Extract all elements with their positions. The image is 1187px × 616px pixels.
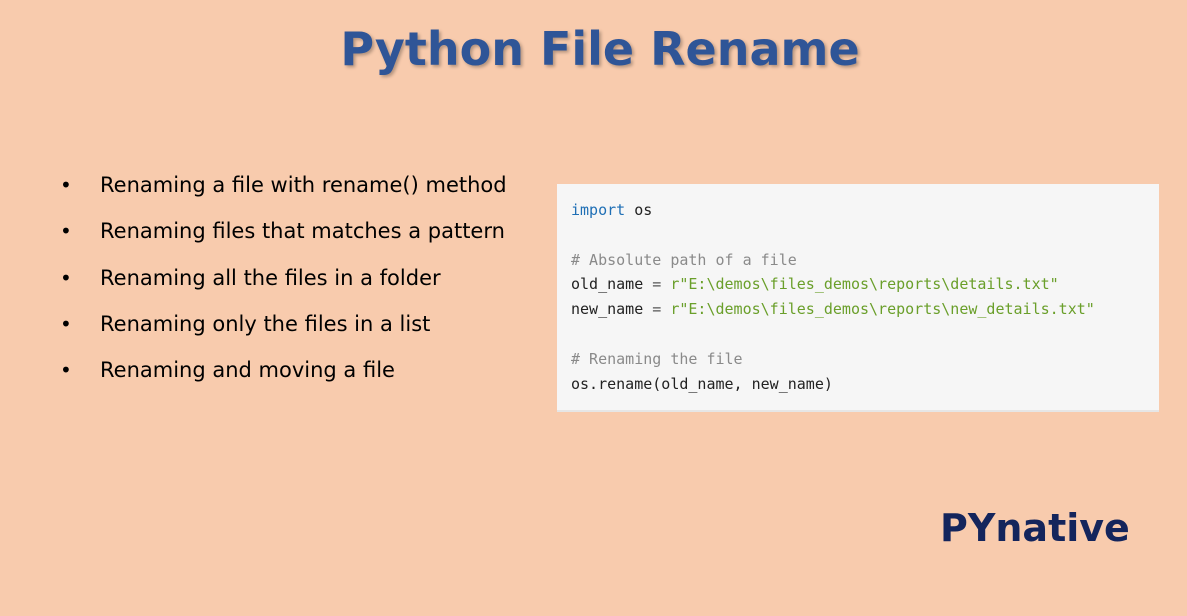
- bullet-dot: •: [60, 219, 72, 244]
- code-line-new-name: new_name = r"E:\demos\files_demos\report…: [571, 297, 1159, 322]
- page-title: Python File Rename: [340, 22, 860, 76]
- code-operator: =: [643, 300, 671, 319]
- code-comment: # Absolute path of a file: [571, 250, 797, 269]
- bullet-dot: •: [60, 173, 72, 197]
- code-line-comment: # Renaming the file: [571, 347, 1159, 372]
- code-call: os.rename(old_name, new_name): [571, 374, 833, 393]
- code-operator: =: [643, 275, 671, 294]
- code-line-import: import os: [571, 198, 1159, 223]
- bullet-text: Renaming a file with rename() method: [100, 173, 507, 197]
- bullet-dot: •: [60, 358, 72, 383]
- code-block[interactable]: import os # Absolute path of a file old_…: [557, 184, 1159, 412]
- code-string: r"E:\demos\files_demos\reports\new_detai…: [670, 300, 1095, 319]
- bullet-text: Renaming and moving a file: [100, 358, 395, 383]
- code-string: r"E:\demos\files_demos\reports\details.t…: [670, 275, 1059, 294]
- code-variable: new_name: [571, 300, 644, 319]
- code-keyword: import: [571, 201, 626, 219]
- code-line-call: os.rename(old_name, new_name): [571, 372, 1159, 397]
- code-line-comment: # Absolute path of a file: [571, 248, 1159, 273]
- bullet-text: Renaming all the files in a folder: [100, 265, 441, 290]
- code-module: os: [625, 201, 653, 219]
- brand-logo: PYnative: [940, 506, 1130, 550]
- code-variable: old_name: [571, 275, 644, 294]
- code-comment: # Renaming the file: [571, 349, 743, 368]
- bullet-dot: •: [60, 265, 72, 290]
- bullet-text: Renaming files that matches a pattern: [100, 219, 505, 244]
- bullet-text: Renaming only the files in a list: [100, 311, 431, 336]
- bullet-dot: •: [60, 311, 72, 336]
- code-line-old-name: old_name = r"E:\demos\files_demos\report…: [571, 272, 1159, 297]
